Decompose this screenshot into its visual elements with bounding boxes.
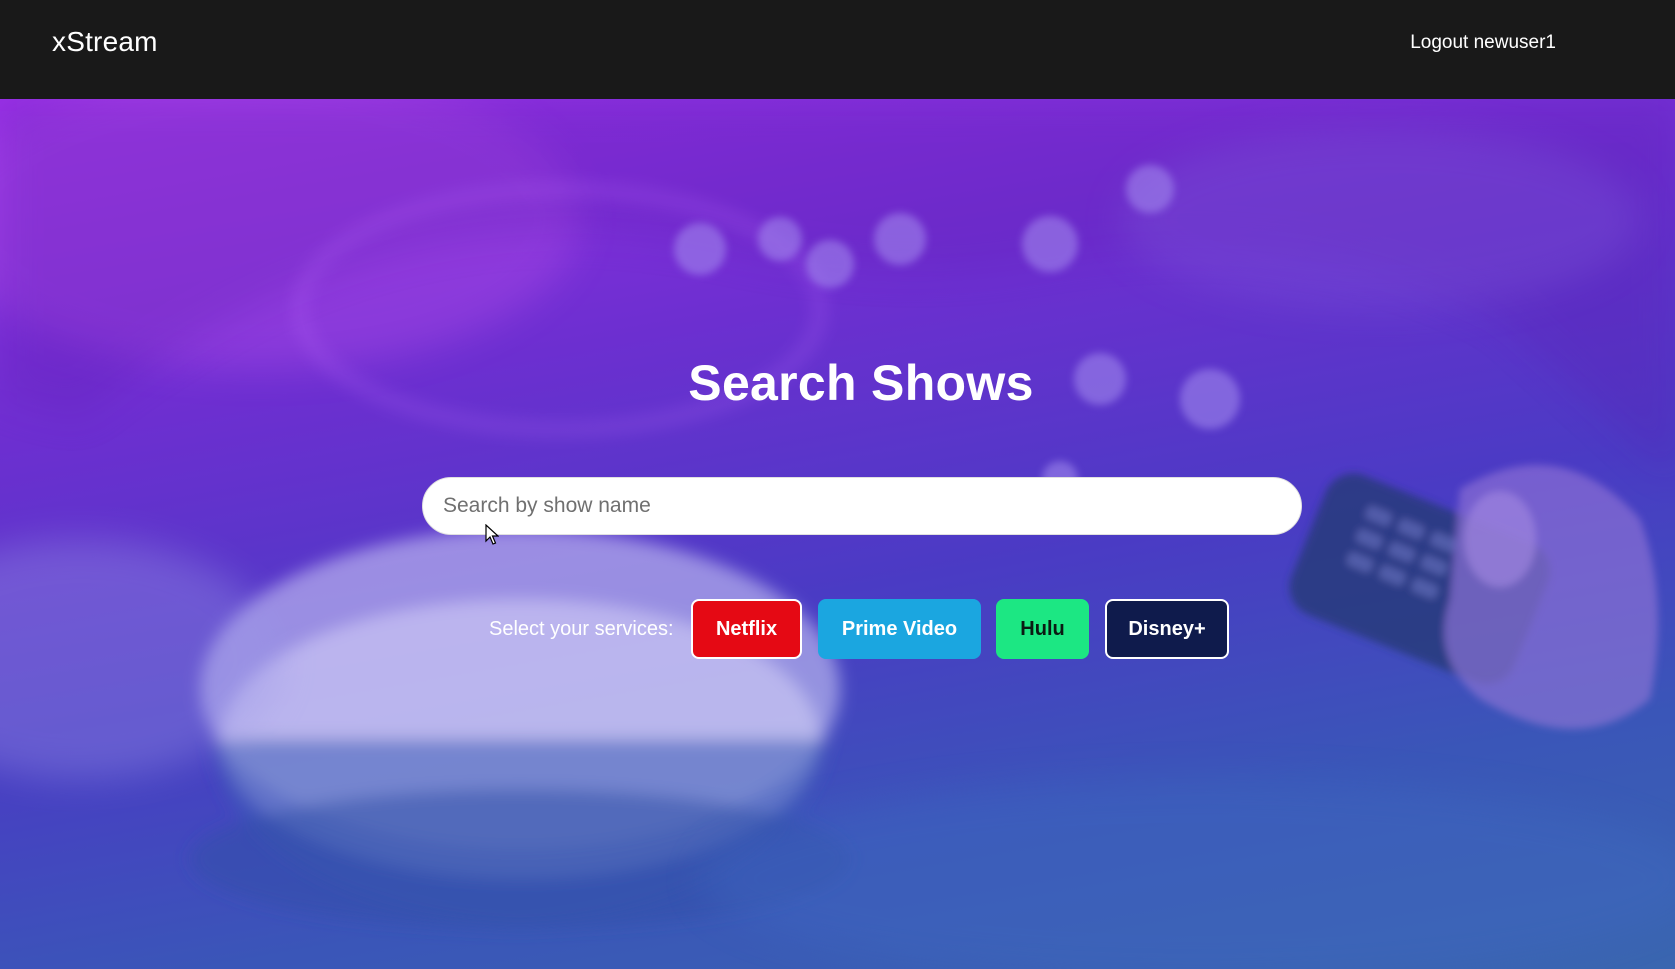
hero-section: Search Shows Select your services: Netfl…: [0, 99, 1675, 969]
services-label: Select your services:: [489, 618, 674, 640]
page-title: Search Shows: [688, 355, 1034, 411]
app-window: xStream Logout newuser1 Search Shows Sea…: [0, 0, 1675, 969]
mouse-cursor-icon: [485, 524, 499, 545]
service-disney-plus-button[interactable]: Disney+: [1105, 599, 1229, 659]
brand-logo[interactable]: xStream: [52, 26, 158, 58]
service-netflix-button[interactable]: Netflix: [691, 599, 802, 659]
service-hulu-button[interactable]: Hulu: [996, 599, 1089, 659]
service-prime-video-button[interactable]: Prime Video: [818, 599, 981, 659]
logout-link[interactable]: Logout newuser1: [1410, 32, 1556, 54]
show-search-input[interactable]: [422, 477, 1302, 535]
services-selector: Select your services: Netflix Prime Vide…: [0, 599, 1675, 661]
top-navbar: xStream Logout newuser1: [0, 0, 1675, 99]
